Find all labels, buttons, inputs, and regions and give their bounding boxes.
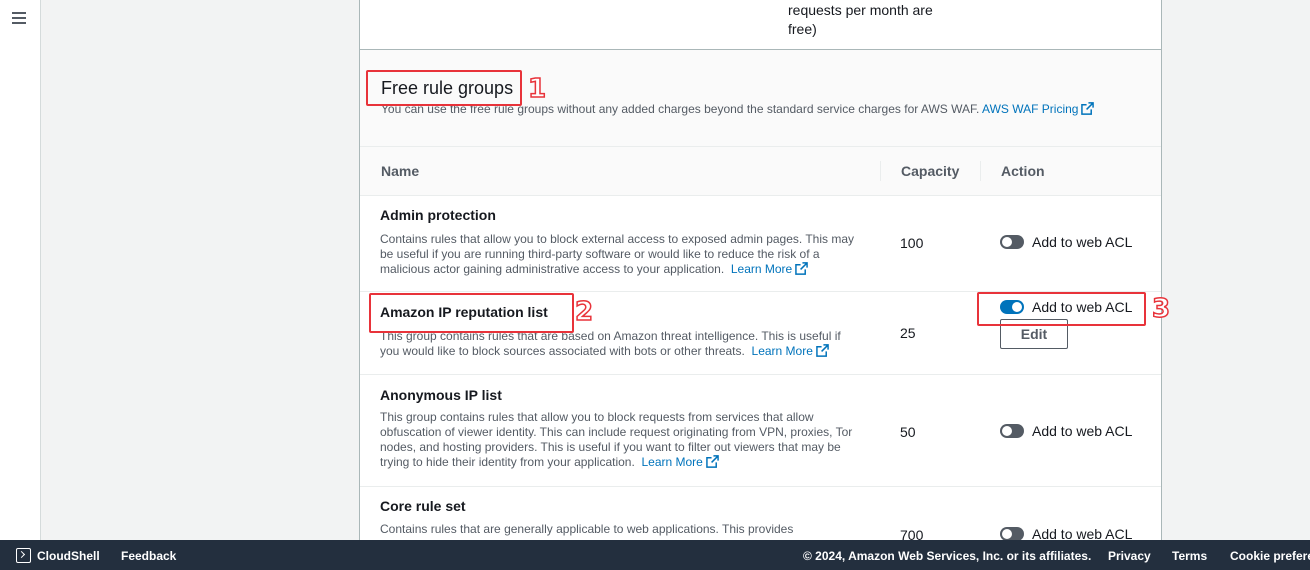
rule-description: This group contains rules that allow you… xyxy=(380,410,865,470)
column-name-header: Name xyxy=(381,163,420,179)
menu-icon[interactable] xyxy=(12,12,26,24)
column-divider xyxy=(880,161,881,181)
copyright-text: © 2024, Amazon Web Services, Inc. or its… xyxy=(803,549,1092,563)
rule-capacity: 100 xyxy=(900,235,924,251)
add-to-web-acl-toggle[interactable] xyxy=(1000,424,1024,438)
rule-description: Contains rules that are generally applic… xyxy=(380,522,794,536)
learn-more-label: Learn More xyxy=(641,455,703,469)
rule-name: Admin protection xyxy=(380,207,496,223)
toggle-label: Add to web ACL xyxy=(1032,423,1133,439)
left-rail xyxy=(0,0,41,540)
annotation-box-ip-reputation xyxy=(369,293,574,333)
feedback-link[interactable]: Feedback xyxy=(121,549,176,563)
annotation-number: 2 xyxy=(574,297,594,327)
external-link-icon xyxy=(1081,102,1095,115)
external-link-icon xyxy=(816,344,829,357)
external-link-icon xyxy=(795,262,809,275)
previous-row-text: requests per month are free) xyxy=(788,2,933,37)
table-row-admin-protection: Admin protection Contains rules that all… xyxy=(360,196,1161,292)
column-divider xyxy=(980,161,981,181)
aws-waf-pricing-link[interactable]: AWS WAF Pricing xyxy=(982,102,1095,116)
annotation-box-toggle xyxy=(977,292,1146,326)
learn-more-link[interactable]: Learn More xyxy=(641,455,719,469)
table-row-anonymous-ip-list: Anonymous IP list This group contains ru… xyxy=(360,375,1161,487)
cloudshell-icon[interactable] xyxy=(16,548,31,563)
add-to-web-acl-toggle[interactable] xyxy=(1000,527,1024,541)
rule-capacity: 50 xyxy=(900,424,916,440)
rule-capacity: 25 xyxy=(900,325,916,341)
table-header: Name Capacity Action xyxy=(360,147,1161,196)
learn-more-link[interactable]: Learn More xyxy=(752,344,829,358)
learn-more-label: Learn More xyxy=(730,262,793,276)
learn-more-label: Learn More xyxy=(751,344,813,358)
column-action-header: Action xyxy=(1001,163,1045,179)
rule-action: Add to web ACL xyxy=(1000,423,1132,439)
previous-row: requests per month are free) xyxy=(360,0,1161,50)
annotation-number: 1 xyxy=(527,74,547,104)
add-to-web-acl-toggle[interactable] xyxy=(1000,235,1024,249)
terms-link[interactable]: Terms xyxy=(1172,549,1207,563)
privacy-link[interactable]: Privacy xyxy=(1108,549,1151,563)
footer-bar: CloudShell Feedback © 2024, Amazon Web S… xyxy=(0,540,1310,570)
cookie-preferences-link[interactable]: Cookie prefere xyxy=(1230,549,1310,563)
rule-name: Core rule set xyxy=(380,498,466,514)
rule-description-text: This group contains rules that allow you… xyxy=(380,410,853,469)
aws-waf-pricing-label: AWS WAF Pricing xyxy=(982,102,1079,116)
toggle-label: Add to web ACL xyxy=(1032,234,1133,250)
external-link-icon xyxy=(706,455,719,468)
table-row-core-rule-set: Core rule set Contains rules that are ge… xyxy=(360,487,1161,544)
rule-name: Anonymous IP list xyxy=(380,387,502,403)
rule-description: This group contains rules that are based… xyxy=(380,329,860,359)
rule-description: Contains rules that allow you to block e… xyxy=(380,232,865,277)
cloudshell-link[interactable]: CloudShell xyxy=(37,549,100,563)
column-capacity-header: Capacity xyxy=(901,163,960,179)
annotation-number: 3 xyxy=(1151,294,1171,324)
annotation-box-free-rule-groups xyxy=(366,70,522,106)
learn-more-link[interactable]: Learn More xyxy=(730,262,809,276)
rule-action: Add to web ACL xyxy=(1000,234,1132,250)
